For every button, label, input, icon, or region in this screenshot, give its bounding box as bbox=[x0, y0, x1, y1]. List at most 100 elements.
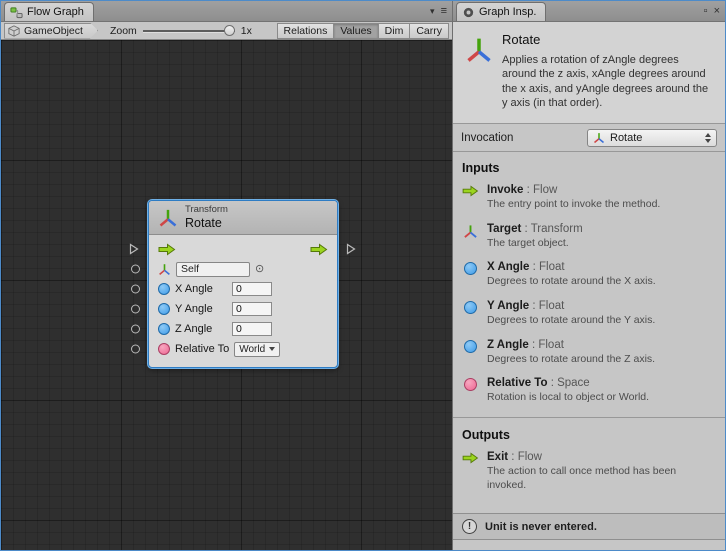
port-info: Z Angle : Float Degrees to rotate around… bbox=[487, 339, 655, 367]
breadcrumb[interactable]: GameObject bbox=[4, 23, 98, 39]
space-port-icon bbox=[462, 377, 479, 405]
inspector-input-invoke: Invoke : Flow The entry point to invoke … bbox=[453, 180, 725, 219]
values-button[interactable]: Values bbox=[333, 23, 378, 39]
port-description: The action to call once method has been … bbox=[487, 465, 716, 492]
relative-to-external-port[interactable] bbox=[131, 345, 140, 354]
exit-flow-arrow-icon[interactable] bbox=[310, 243, 328, 256]
flow-graph-icon bbox=[10, 6, 23, 19]
port-type-sep: : bbox=[508, 451, 518, 463]
port-type: Transform bbox=[531, 223, 583, 235]
object-picker-icon[interactable]: ⊙ bbox=[255, 264, 264, 275]
inspector-description: Applies a rotation of zAngle degrees aro… bbox=[502, 53, 715, 110]
port-type: Space bbox=[557, 377, 590, 389]
maximize-icon[interactable]: ▫ bbox=[704, 6, 708, 17]
y-angle-external-port[interactable] bbox=[131, 305, 140, 314]
x-angle-port-icon[interactable] bbox=[158, 283, 170, 295]
graph-canvas[interactable]: Transform Rotate bbox=[1, 40, 452, 550]
zoom-control: Zoom 1x bbox=[110, 25, 252, 37]
port-type: Float bbox=[539, 261, 565, 273]
port-name: Y Angle bbox=[487, 300, 529, 312]
pane-dropdown-icon[interactable]: ▾ bbox=[430, 7, 435, 16]
relative-to-dropdown-value: World bbox=[239, 344, 265, 355]
zoom-slider[interactable] bbox=[143, 25, 235, 36]
port-type-sep: : bbox=[529, 300, 539, 312]
port-type: Float bbox=[539, 300, 565, 312]
zoom-label: Zoom bbox=[110, 25, 137, 37]
inspector-input-z-angle: Z Angle : Float Degrees to rotate around… bbox=[453, 335, 725, 374]
exit-external-port[interactable] bbox=[346, 243, 356, 255]
invoke-external-port[interactable] bbox=[129, 243, 139, 255]
toolbar-toggle-group: Relations Values Dim Carry bbox=[277, 23, 449, 39]
relative-to-port-icon[interactable] bbox=[158, 343, 170, 355]
rotate-node[interactable]: Transform Rotate bbox=[148, 200, 338, 368]
tab-graph-inspector-label: Graph Insp. bbox=[479, 6, 536, 18]
invocation-label: Invocation bbox=[461, 132, 513, 144]
z-angle-port-icon[interactable] bbox=[158, 323, 170, 335]
x-angle-input[interactable] bbox=[232, 282, 272, 296]
invocation-value: Rotate bbox=[610, 132, 642, 144]
port-info: Exit : Flow The action to call once meth… bbox=[487, 451, 716, 492]
port-info: Target : Transform The target object. bbox=[487, 223, 583, 251]
port-type: Flow bbox=[533, 184, 557, 196]
port-description: Degrees to rotate around the Y axis. bbox=[487, 314, 655, 328]
value-port-icon bbox=[462, 261, 479, 289]
port-type: Float bbox=[538, 339, 564, 351]
port-description: Degrees to rotate around the Z axis. bbox=[487, 353, 655, 367]
invoke-flow-arrow-icon[interactable] bbox=[158, 243, 176, 256]
z-angle-external-port[interactable] bbox=[131, 325, 140, 334]
port-name: X Angle bbox=[487, 261, 529, 273]
port-type-sep: : bbox=[529, 339, 539, 351]
x-angle-label: X Angle bbox=[175, 283, 227, 295]
port-description: Rotation is local to object or World. bbox=[487, 391, 649, 405]
port-name: Z Angle bbox=[487, 339, 529, 351]
port-type-sep: : bbox=[529, 261, 539, 273]
warning-bar: ! Unit is never entered. bbox=[453, 513, 725, 540]
port-type-sep: : bbox=[521, 223, 530, 235]
carry-button[interactable]: Carry bbox=[409, 23, 449, 39]
inputs-section-header: Inputs bbox=[453, 152, 725, 180]
port-name: Target bbox=[487, 223, 521, 235]
zoom-slider-thumb[interactable] bbox=[224, 25, 235, 36]
relative-to-dropdown[interactable]: World bbox=[234, 342, 280, 357]
zoom-value: 1x bbox=[241, 25, 252, 37]
y-angle-input[interactable] bbox=[232, 302, 272, 316]
chevron-down-icon bbox=[269, 347, 275, 351]
flow-graph-pane-controls: ▾ ≡ bbox=[430, 1, 447, 21]
inspector-input-x-angle: X Angle : Float Degrees to rotate around… bbox=[453, 257, 725, 296]
dim-button[interactable]: Dim bbox=[378, 23, 411, 39]
outputs-section-header: Outputs bbox=[453, 417, 725, 447]
inspector-input-target: Target : Transform The target object. bbox=[453, 219, 725, 258]
port-name: Exit bbox=[487, 451, 508, 463]
self-object-field[interactable]: Self bbox=[176, 262, 250, 277]
inspector-header-text: Rotate Applies a rotation of zAngle degr… bbox=[502, 32, 715, 110]
y-angle-port-icon[interactable] bbox=[158, 303, 170, 315]
graph-inspector-panel: Graph Insp. ▫ × Rotate Applies a rotatio… bbox=[453, 1, 725, 550]
port-info: X Angle : Float Degrees to rotate around… bbox=[487, 261, 656, 289]
inspector-title: Rotate bbox=[502, 32, 715, 47]
transform-axis-icon bbox=[158, 208, 178, 228]
tab-graph-inspector[interactable]: Graph Insp. bbox=[456, 2, 546, 21]
z-angle-input[interactable] bbox=[232, 322, 272, 336]
node-target-row: Self ⊙ bbox=[149, 259, 337, 279]
value-port-icon bbox=[462, 339, 479, 367]
transform-axis-icon bbox=[462, 223, 479, 251]
node-flow-row bbox=[149, 239, 337, 259]
x-angle-external-port[interactable] bbox=[131, 285, 140, 294]
port-name: Invoke bbox=[487, 184, 523, 196]
port-info: Y Angle : Float Degrees to rotate around… bbox=[487, 300, 655, 328]
port-description: The entry point to invoke the method. bbox=[487, 198, 660, 212]
flow-graph-tabstrip: Flow Graph ▾ ≡ bbox=[1, 1, 452, 22]
graph-toolbar: GameObject Zoom 1x Relations Values Dim … bbox=[1, 22, 452, 40]
pane-menu-icon[interactable]: ≡ bbox=[441, 6, 447, 17]
close-icon[interactable]: × bbox=[714, 6, 720, 17]
tab-flow-graph[interactable]: Flow Graph bbox=[4, 2, 94, 21]
port-info: Invoke : Flow The entry point to invoke … bbox=[487, 184, 660, 212]
invocation-dropdown[interactable]: Rotate bbox=[587, 129, 717, 147]
breadcrumb-label: GameObject bbox=[24, 25, 83, 37]
relations-button[interactable]: Relations bbox=[277, 23, 335, 39]
inspector-header: Rotate Applies a rotation of zAngle degr… bbox=[453, 22, 725, 124]
node-header[interactable]: Transform Rotate bbox=[149, 201, 337, 235]
y-angle-label: Y Angle bbox=[175, 303, 227, 315]
target-external-port[interactable] bbox=[131, 265, 140, 274]
rotate-axis-icon bbox=[465, 32, 493, 110]
